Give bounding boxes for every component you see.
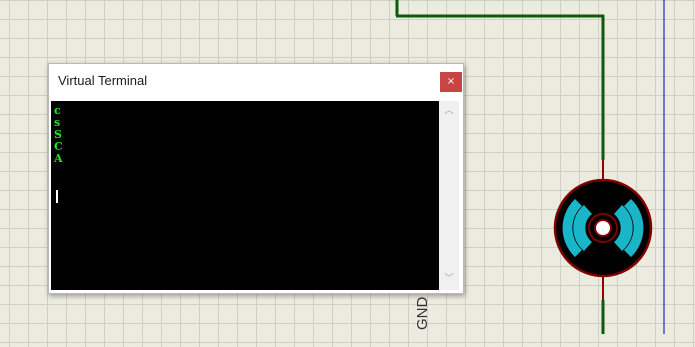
close-icon: ×	[446, 76, 456, 87]
gnd-label-wrapper: GND	[414, 297, 447, 347]
window-title: Virtual Terminal	[58, 73, 148, 88]
terminal-line: A	[54, 152, 63, 165]
scroll-down-icon[interactable]: ﹀	[443, 273, 455, 285]
terminal-screen[interactable]: c s S C A	[51, 101, 439, 290]
vertical-scrollbar[interactable]: ︿ ﹀	[439, 101, 459, 290]
close-button[interactable]: ×	[440, 72, 462, 92]
virtual-terminal-window[interactable]: Virtual Terminal × c s S C A ︿ ﹀	[48, 63, 464, 294]
motor-icon[interactable]	[553, 178, 653, 278]
title-bar[interactable]: Virtual Terminal ×	[49, 64, 463, 99]
ground-label: GND	[414, 296, 431, 330]
terminal-output: c s S C A	[54, 105, 63, 165]
text-cursor	[56, 190, 58, 203]
scroll-up-icon[interactable]: ︿	[443, 105, 455, 117]
